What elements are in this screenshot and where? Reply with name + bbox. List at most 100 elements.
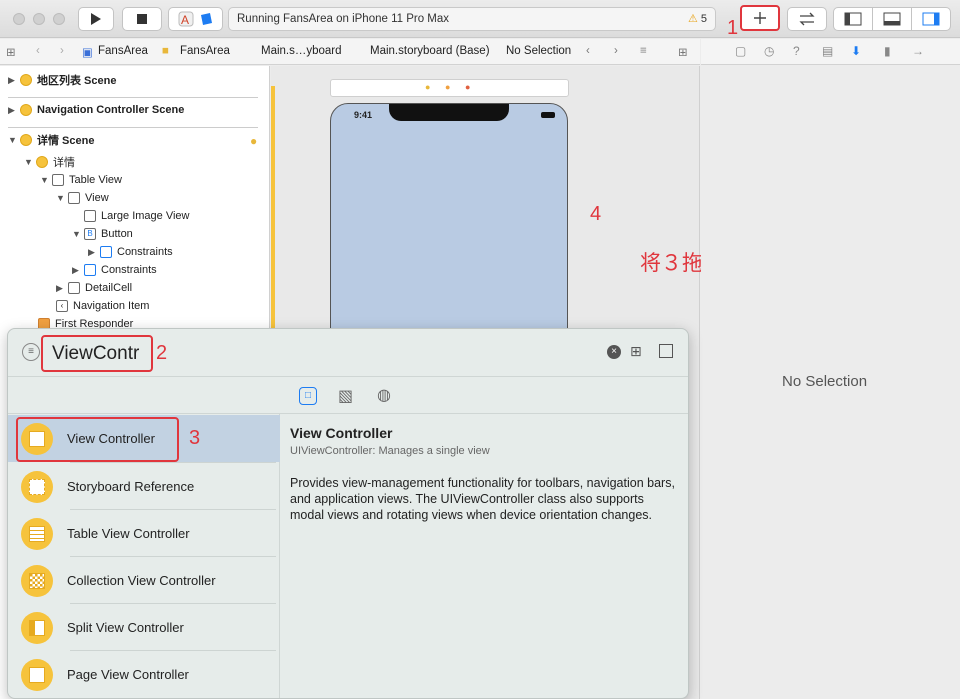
warning-icon: ⚠: [687, 13, 698, 25]
list-item[interactable]: Collection View Controller: [8, 557, 280, 604]
warning-count: 5: [700, 13, 707, 25]
history-inspector-icon[interactable]: ◷: [764, 44, 774, 58]
search-value: ViewContr: [52, 343, 140, 364]
outline-row[interactable]: ‹ Navigation Item: [56, 297, 149, 315]
attributes-inspector-icon[interactable]: ⬇: [851, 44, 861, 58]
breadcrumb-file[interactable]: Main.s…yboard: [261, 45, 342, 57]
prev-issue-icon[interactable]: ‹: [586, 45, 590, 57]
folder-icon: ■: [162, 45, 169, 57]
storyboard-reference-icon: [21, 470, 53, 503]
minimize-window-button[interactable]: [33, 13, 45, 25]
battery-icon: [541, 112, 555, 118]
page-view-controller-icon: [21, 658, 53, 691]
view-controller-dock-icon: ●: [425, 82, 431, 92]
stop-icon: [137, 14, 147, 24]
jump-bar: ⊞ ‹ › ▣ FansArea ■ FansArea Main.s…yboar…: [0, 39, 700, 65]
library-detail: View Controller UIViewController: Manage…: [290, 425, 680, 523]
annotation-4: 4: [590, 203, 602, 225]
related-items-icon[interactable]: ⊞: [6, 45, 16, 59]
notch: [389, 104, 509, 121]
detail-description: Provides view-management functionality f…: [290, 476, 675, 522]
help-inspector-icon[interactable]: ?: [793, 44, 800, 58]
inspector-panel: No Selection: [701, 66, 960, 699]
grid-view-icon[interactable]: ⊞: [630, 343, 642, 360]
outline-row[interactable]: ▼ B Button: [72, 225, 133, 243]
connections-inspector-icon[interactable]: →: [912, 44, 924, 58]
outline-row[interactable]: ▶ DetailCell: [56, 279, 132, 297]
list-item[interactable]: Page View Controller: [8, 651, 280, 698]
scene-dock[interactable]: ● ● ●: [330, 79, 569, 97]
toggle-debug-area-button[interactable]: [872, 7, 912, 31]
code-review-button[interactable]: [787, 7, 827, 31]
detail-title: View Controller: [290, 425, 393, 441]
status-time: 9:41: [354, 110, 373, 120]
detail-subtitle: UIViewController: Manages a single view: [290, 445, 490, 457]
list-item[interactable]: Storyboard Reference: [8, 463, 280, 510]
identity-inspector-icon[interactable]: ▤: [822, 44, 833, 58]
close-window-button[interactable]: [13, 13, 25, 25]
scheme-selector[interactable]: A: [168, 7, 223, 31]
clear-search-icon[interactable]: ×: [607, 345, 621, 359]
outline-row[interactable]: ▼ View: [56, 189, 109, 207]
iphone-preview[interactable]: 9:41: [330, 103, 568, 331]
highlight-box: [16, 417, 179, 462]
outline-row[interactable]: Large Image View: [84, 207, 189, 225]
add-editor-icon[interactable]: ⊞: [678, 45, 688, 59]
breadcrumb-folder[interactable]: FansArea: [180, 45, 230, 57]
size-inspector-icon[interactable]: ▮: [884, 44, 891, 58]
outline-row[interactable]: ▶ Constraints: [88, 243, 173, 261]
collection-view-controller-icon: [21, 564, 53, 597]
list-item[interactable]: Table View Controller: [8, 510, 280, 557]
left-panel-icon: [844, 12, 862, 26]
file-inspector-icon[interactable]: ▢: [735, 44, 746, 58]
scene-edge: [271, 86, 275, 331]
editor-options-icon[interactable]: ≡: [640, 45, 647, 57]
first-responder-dock-icon: ●: [445, 82, 451, 92]
breadcrumb-selection[interactable]: No Selection: [506, 45, 571, 57]
back-arrow-icon[interactable]: ‹: [36, 45, 40, 57]
annotation-2: 2: [156, 342, 168, 364]
colors-tab-icon[interactable]: ◍: [377, 385, 391, 405]
no-selection-label: No Selection: [782, 373, 868, 390]
activity-viewer: Running FansArea on iPhone 11 Pro Max ⚠ …: [228, 7, 716, 31]
play-icon: [91, 13, 101, 25]
outline-row[interactable]: ▶ Constraints: [72, 261, 157, 279]
toggle-inspector-button[interactable]: [911, 7, 951, 31]
plus-icon: [754, 12, 766, 24]
filter-icon[interactable]: ≡: [22, 343, 40, 361]
detail-view-icon[interactable]: [659, 344, 673, 358]
breadcrumb-storyboard[interactable]: Main.storyboard (Base): [370, 45, 490, 57]
object-library: ≡ ViewContr 2 × ⊞ □ ▧ ◍ View Controller …: [7, 328, 689, 699]
svg-text:A: A: [181, 13, 189, 27]
next-issue-icon[interactable]: ›: [614, 45, 618, 57]
outline-row[interactable]: ▼ 详情: [24, 153, 75, 171]
right-panel-icon: [922, 12, 940, 26]
outline-scene-3[interactable]: ▼ 详情 Scene: [8, 131, 94, 149]
bottom-panel-icon: [883, 12, 901, 26]
toolbar: A Running FansArea on iPhone 11 Pro Max …: [0, 0, 960, 39]
outline-row[interactable]: ▼ Table View: [40, 171, 122, 189]
app-scheme-icon: A: [178, 11, 193, 27]
exit-dock-icon: ●: [465, 82, 471, 92]
library-search-bar: ≡ ViewContr 2 × ⊞: [8, 329, 688, 377]
forward-arrow-icon[interactable]: ›: [60, 45, 64, 57]
library-tabs: □ ▧ ◍: [8, 378, 688, 414]
library-search-input[interactable]: ViewContr: [41, 335, 153, 372]
objects-tab-icon[interactable]: □: [299, 387, 317, 405]
zoom-window-button[interactable]: [53, 13, 65, 25]
split-view-controller-icon: [21, 611, 53, 644]
swap-arrows-icon: [799, 12, 815, 26]
warning-indicator[interactable]: ⚠ 5: [688, 12, 707, 25]
table-view-controller-icon: [21, 517, 53, 550]
outline-scene-2[interactable]: ▶ Navigation Controller Scene: [8, 101, 184, 119]
toggle-navigator-button[interactable]: [833, 7, 873, 31]
run-button[interactable]: [78, 7, 114, 31]
library-add-button[interactable]: [740, 5, 780, 31]
list-item[interactable]: Split View Controller: [8, 604, 280, 651]
outline-scene-1[interactable]: ▶ 地区列表 Scene: [8, 71, 116, 89]
breadcrumb-project[interactable]: FansArea: [98, 45, 148, 57]
stop-button[interactable]: [122, 7, 162, 31]
add-icon[interactable]: ●: [250, 134, 257, 148]
device-icon: [200, 13, 212, 25]
media-tab-icon[interactable]: ▧: [338, 386, 353, 406]
